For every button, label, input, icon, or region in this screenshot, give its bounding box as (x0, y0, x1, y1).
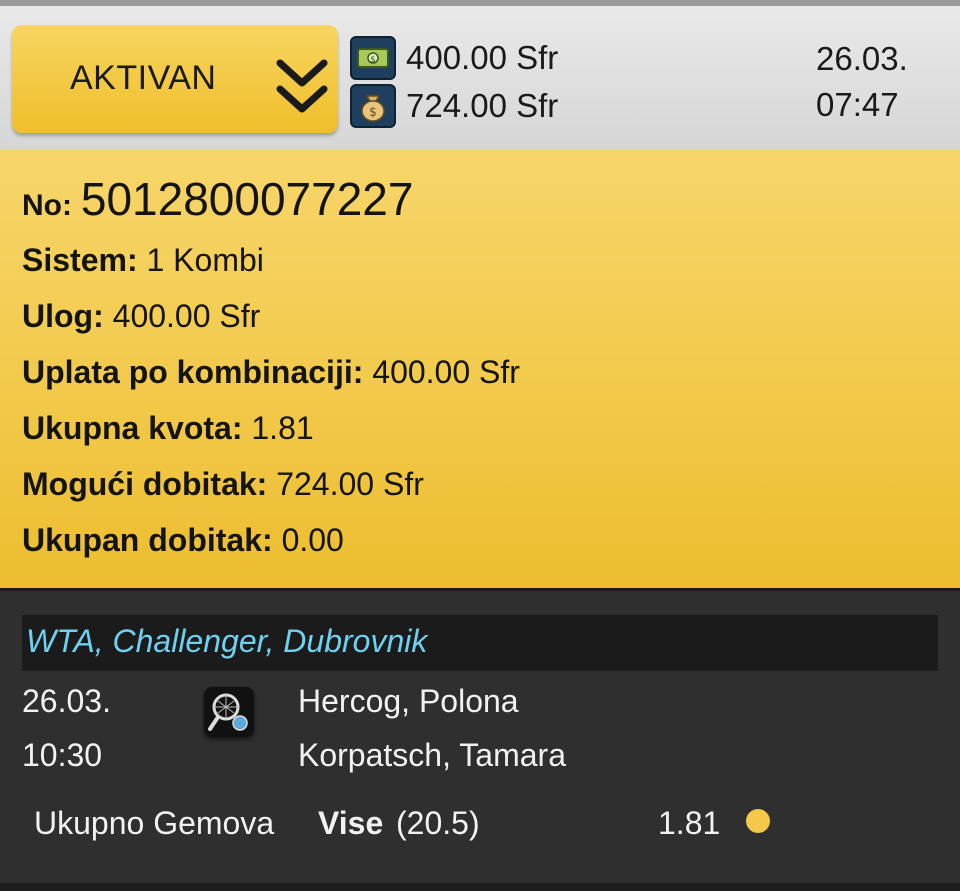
cash-icon: $ (350, 36, 396, 80)
payment-per-combination-row: Uplata po kombinaciji: 400.00 Sfr (22, 354, 520, 391)
player-one: Hercog, Polona (298, 683, 519, 719)
row-label: Sistem: (22, 242, 138, 278)
match-time: 10:30 (22, 737, 103, 773)
stake-row: Ulog: 400.00 Sfr (22, 298, 260, 335)
selected-pick: Vise (318, 805, 384, 841)
row-value: 400.00 Sfr (372, 354, 520, 390)
potential-win-amount: 724.00 Sfr (406, 87, 559, 124)
tennis-racket-icon (204, 687, 254, 737)
money-bag-icon: $ (350, 84, 396, 128)
divider (0, 883, 960, 891)
ticket-number-label: No: (22, 189, 72, 222)
status-dot-icon (746, 809, 770, 833)
ticket-header: AKTIVAN $ 400.00 Sfr $ 724.00 Sfr 26.03.… (0, 0, 960, 150)
ticket-details: No: 5012800077227 Sistem: 1 Kombi Ulog: … (0, 150, 960, 588)
ticket-number-value: 5012800077227 (80, 173, 414, 225)
row-label: Ukupan dobitak: (22, 522, 273, 558)
row-value: 1.81 (251, 410, 314, 446)
row-label: Ulog: (22, 298, 104, 334)
market-name: Ukupno Gemova (34, 805, 275, 841)
win-summary: $ 724.00 Sfr (350, 84, 558, 128)
ticket-number-row: No: 5012800077227 (22, 172, 413, 226)
total-win-row: Ukupan dobitak: 0.00 (22, 522, 344, 559)
ticket-time: 07:47 (816, 86, 899, 123)
row-label: Mogući dobitak: (22, 466, 268, 502)
system-row: Sistem: 1 Kombi (22, 242, 264, 279)
row-label: Uplata po kombinaciji: (22, 354, 364, 390)
pick-line: (20.5) (396, 805, 480, 841)
pick-odds: 1.81 (658, 805, 721, 841)
total-odds-row: Ukupna kvota: 1.81 (22, 410, 314, 447)
svg-text:$: $ (370, 55, 376, 65)
match-entry[interactable]: WTA, Challenger, Dubrovnik 26.03. 10:30 … (0, 588, 960, 891)
row-label: Ukupna kvota: (22, 410, 243, 446)
stake-summary: $ 400.00 Sfr (350, 36, 558, 80)
svg-text:$: $ (369, 105, 377, 119)
match-date: 26.03. (22, 683, 111, 719)
row-value: 400.00 Sfr (112, 298, 261, 334)
league-header: WTA, Challenger, Dubrovnik (22, 615, 938, 671)
league-name: WTA, Challenger, Dubrovnik (26, 623, 428, 659)
possible-win-row: Mogući dobitak: 724.00 Sfr (22, 466, 424, 503)
ticket-date: 26.03. (816, 40, 908, 77)
status-label: AKTIVAN (70, 59, 217, 97)
status-dropdown-button[interactable]: AKTIVAN (12, 25, 338, 133)
player-two: Korpatsch, Tamara (298, 737, 566, 773)
stake-amount: 400.00 Sfr (406, 39, 559, 76)
row-value: 0.00 (281, 522, 344, 558)
row-value: 724.00 Sfr (276, 466, 424, 502)
row-value: 1 Kombi (146, 242, 264, 278)
double-chevron-down-icon (276, 59, 328, 113)
